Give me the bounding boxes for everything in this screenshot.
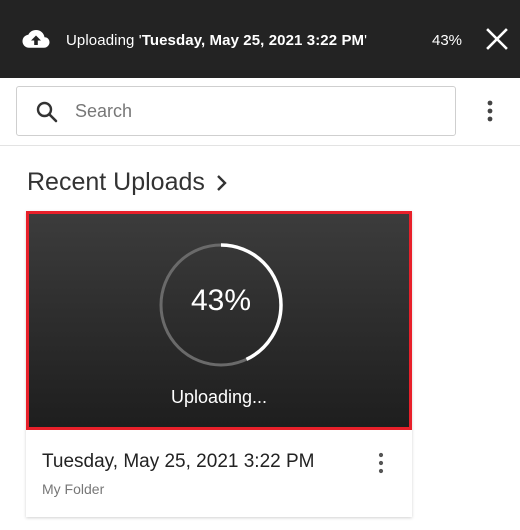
upload-file-name: Tuesday, May 25, 2021 3:22 PM bbox=[141, 32, 365, 49]
upload-folder: My Folder bbox=[42, 481, 105, 497]
upload-message-suffix: ' bbox=[364, 32, 368, 49]
upload-message: Uploading 'Tuesday, May 25, 2021 3:22 PM… bbox=[66, 32, 367, 49]
cloud-upload-icon bbox=[22, 30, 50, 48]
progress-percent-text: 43% bbox=[190, 284, 252, 317]
upload-progress-percent: 43% bbox=[432, 32, 463, 49]
search-input[interactable] bbox=[75, 87, 435, 135]
recent-uploads-title: Recent Uploads bbox=[27, 168, 205, 196]
recent-uploads-link[interactable]: Recent Uploads bbox=[27, 168, 229, 197]
search-bar bbox=[0, 78, 520, 146]
search-box[interactable] bbox=[16, 86, 456, 136]
upload-status-bar: Uploading 'Tuesday, May 25, 2021 3:22 PM… bbox=[0, 0, 520, 78]
upload-thumbnail: 43% Uploading... bbox=[26, 211, 412, 430]
search-icon bbox=[36, 101, 58, 123]
upload-title: Tuesday, May 25, 2021 3:22 PM bbox=[42, 451, 315, 472]
close-icon[interactable] bbox=[484, 26, 510, 52]
upload-card[interactable]: 43% Uploading... Tuesday, May 25, 2021 3… bbox=[26, 211, 412, 517]
chevron-right-icon bbox=[217, 174, 227, 191]
card-more-vert-icon[interactable] bbox=[374, 451, 388, 475]
uploading-status-text: Uploading... bbox=[170, 387, 268, 407]
upload-message-prefix: Uploading ' bbox=[66, 32, 142, 49]
more-vert-icon[interactable] bbox=[482, 98, 498, 124]
